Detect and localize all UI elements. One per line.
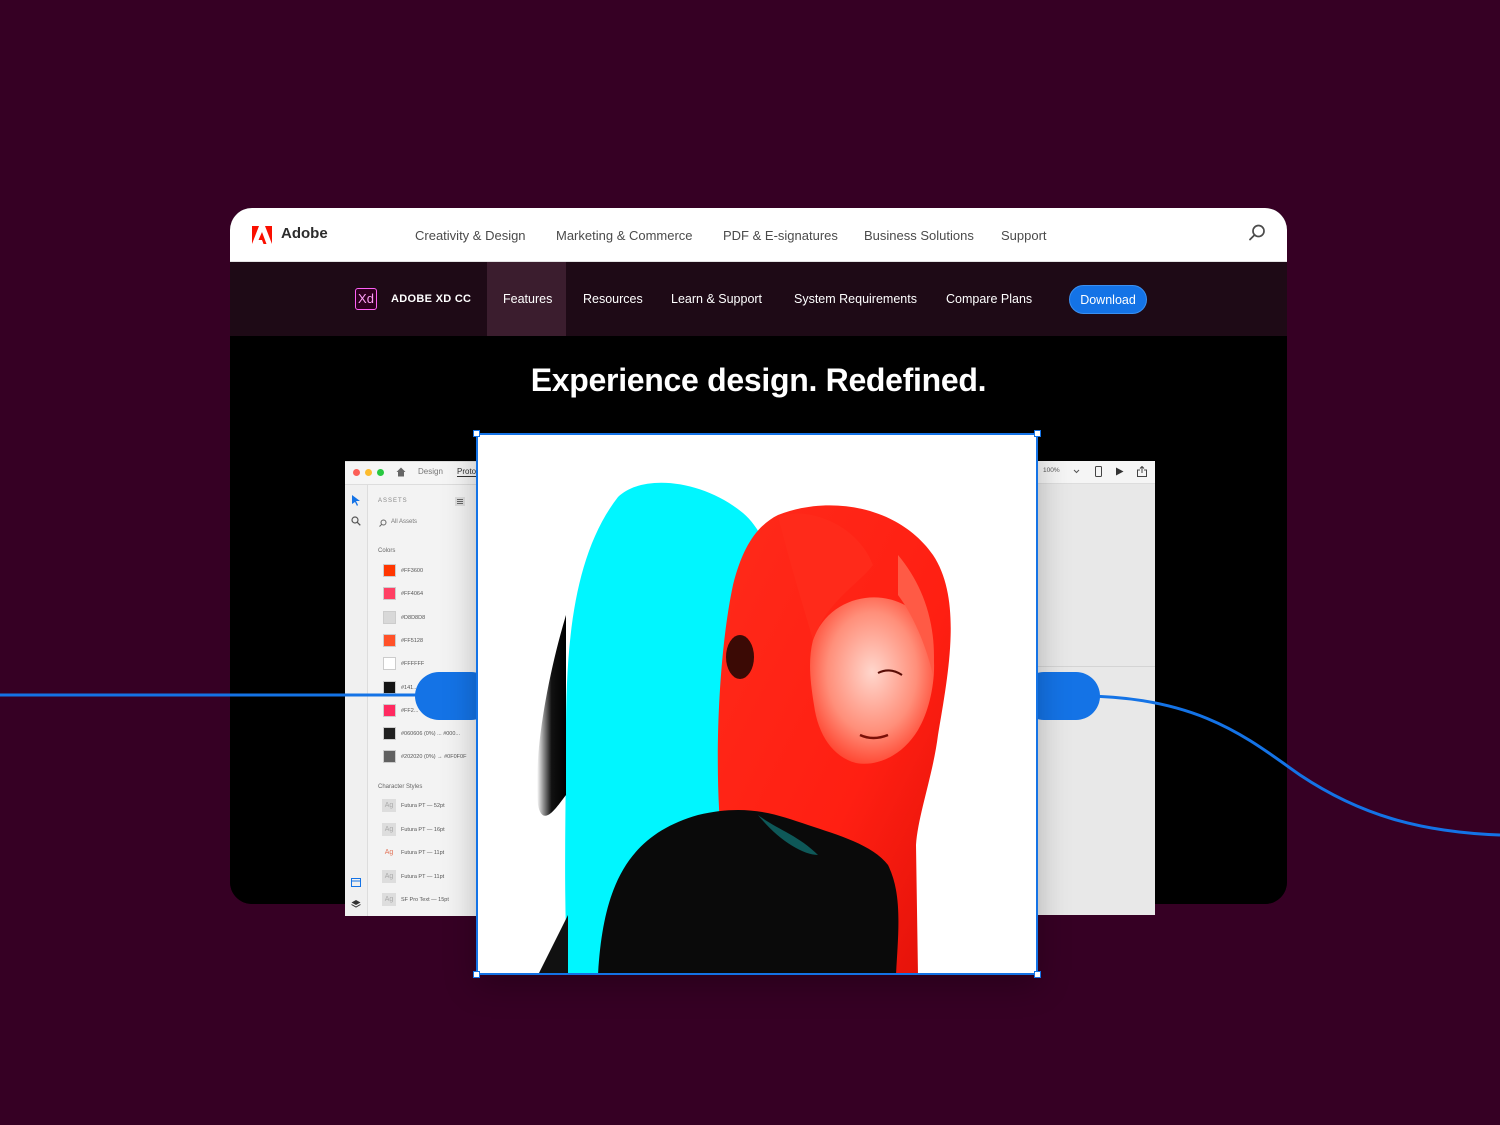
color-swatch[interactable]: [383, 680, 396, 694]
character-styles-heading: Character Styles: [378, 784, 423, 790]
brand-name[interactable]: Adobe: [281, 225, 328, 242]
home-icon[interactable]: [396, 467, 406, 477]
color-swatch[interactable]: [383, 564, 396, 577]
color-swatch-label: #FF5128: [401, 637, 424, 644]
app-tab-prototype[interactable]: Proto: [457, 467, 477, 477]
tab-features[interactable]: Features: [503, 292, 552, 306]
color-swatch[interactable]: [383, 587, 396, 601]
resize-handle-top-left[interactable]: [473, 430, 480, 437]
color-swatch[interactable]: [383, 633, 396, 647]
color-swatch-label: #FFFFFF: [401, 661, 425, 668]
app-tab-design[interactable]: Design: [418, 467, 443, 476]
zoom-tool-icon[interactable]: [351, 516, 361, 526]
divider: [1035, 666, 1155, 667]
minimize-dot-icon[interactable]: [365, 469, 372, 476]
color-swatch-label: #FF4064: [401, 591, 424, 598]
character-style-preview[interactable]: Ag: [382, 799, 396, 812]
share-icon[interactable]: [1137, 466, 1147, 477]
app-titlebar: Design Proto: [345, 462, 485, 485]
character-style-label: Futura PT — 52pt: [401, 803, 445, 809]
tab-learn-support[interactable]: Learn & Support: [671, 292, 762, 306]
app-toolbar: [345, 485, 368, 916]
character-style-label: Futura PT — 11pt: [401, 873, 445, 880]
select-tool-icon[interactable]: [352, 495, 361, 506]
nav-marketing-commerce[interactable]: Marketing & Commerce: [556, 228, 693, 243]
character-style-preview[interactable]: Ag: [382, 869, 396, 883]
character-style-preview[interactable]: Ag: [382, 846, 396, 859]
artboard-panel-icon[interactable]: [351, 878, 361, 887]
color-swatch[interactable]: [383, 750, 396, 764]
selected-artboard[interactable]: [476, 433, 1038, 975]
assets-search-input[interactable]: All Assets: [391, 519, 417, 525]
assets-heading: ASSETS: [378, 498, 408, 504]
product-name[interactable]: ADOBE XD CC: [391, 293, 471, 305]
character-style-label: Futura PT — 16pt: [401, 826, 445, 833]
color-swatch[interactable]: [383, 727, 396, 741]
tab-system-requirements[interactable]: System Requirements: [794, 292, 917, 306]
color-swatch-label: #D8D8D8: [401, 614, 426, 621]
nav-business-solutions[interactable]: Business Solutions: [864, 228, 974, 243]
duotone-portrait-image: [537, 482, 951, 973]
color-swatch-label: #FF3600: [401, 568, 424, 574]
close-dot-icon[interactable]: [353, 469, 360, 476]
character-style-label: Futura PT — 11pt: [401, 850, 445, 856]
resize-handle-bottom-left[interactable]: [473, 971, 480, 978]
zoom-level[interactable]: 100%: [1043, 467, 1060, 474]
resize-handle-bottom-right[interactable]: [1034, 971, 1041, 978]
chevron-down-icon[interactable]: [1073, 469, 1080, 474]
layers-icon[interactable]: [351, 899, 361, 909]
color-swatch[interactable]: [383, 610, 396, 624]
global-nav: Adobe Creativity & Design Marketing & Co…: [230, 208, 1287, 262]
character-style-preview[interactable]: Ag: [382, 893, 396, 906]
color-swatch-label: #060606 (0%) ... #000...: [401, 731, 461, 738]
adobe-logo-icon[interactable]: [252, 226, 272, 244]
character-style-preview[interactable]: Ag: [382, 822, 396, 836]
color-swatch[interactable]: [383, 703, 396, 717]
color-swatch-label: #202020 (0%) → #0F0F0F: [401, 754, 467, 761]
resize-handle-top-right[interactable]: [1034, 430, 1041, 437]
product-nav: Xd ADOBE XD CC Features Resources Learn …: [230, 262, 1287, 336]
hero-headline: Experience design. Redefined.: [530, 362, 987, 398]
maximize-dot-icon[interactable]: [377, 469, 384, 476]
tab-compare-plans[interactable]: Compare Plans: [946, 292, 1032, 306]
device-preview-icon[interactable]: [1095, 466, 1102, 477]
play-icon[interactable]: [1115, 467, 1124, 476]
xd-logo-icon[interactable]: Xd: [355, 288, 377, 310]
nav-pdf-esignatures[interactable]: PDF & E-signatures: [723, 228, 838, 243]
assets-search-icon[interactable]: [379, 519, 387, 527]
download-button[interactable]: Download: [1069, 285, 1147, 314]
color-swatch[interactable]: [383, 657, 396, 671]
nav-support[interactable]: Support: [1001, 228, 1047, 243]
search-icon[interactable]: [1247, 223, 1267, 243]
colors-heading: Colors: [378, 548, 396, 554]
character-style-label: SF Pro Text — 15pt: [401, 897, 449, 903]
tab-resources[interactable]: Resources: [583, 292, 643, 306]
color-swatch-label: #FF2...: [401, 707, 419, 714]
list-view-icon[interactable]: [455, 497, 465, 506]
app-right-toolbar: 100%: [1035, 461, 1155, 484]
nav-creativity-design[interactable]: Creativity & Design: [415, 228, 526, 243]
